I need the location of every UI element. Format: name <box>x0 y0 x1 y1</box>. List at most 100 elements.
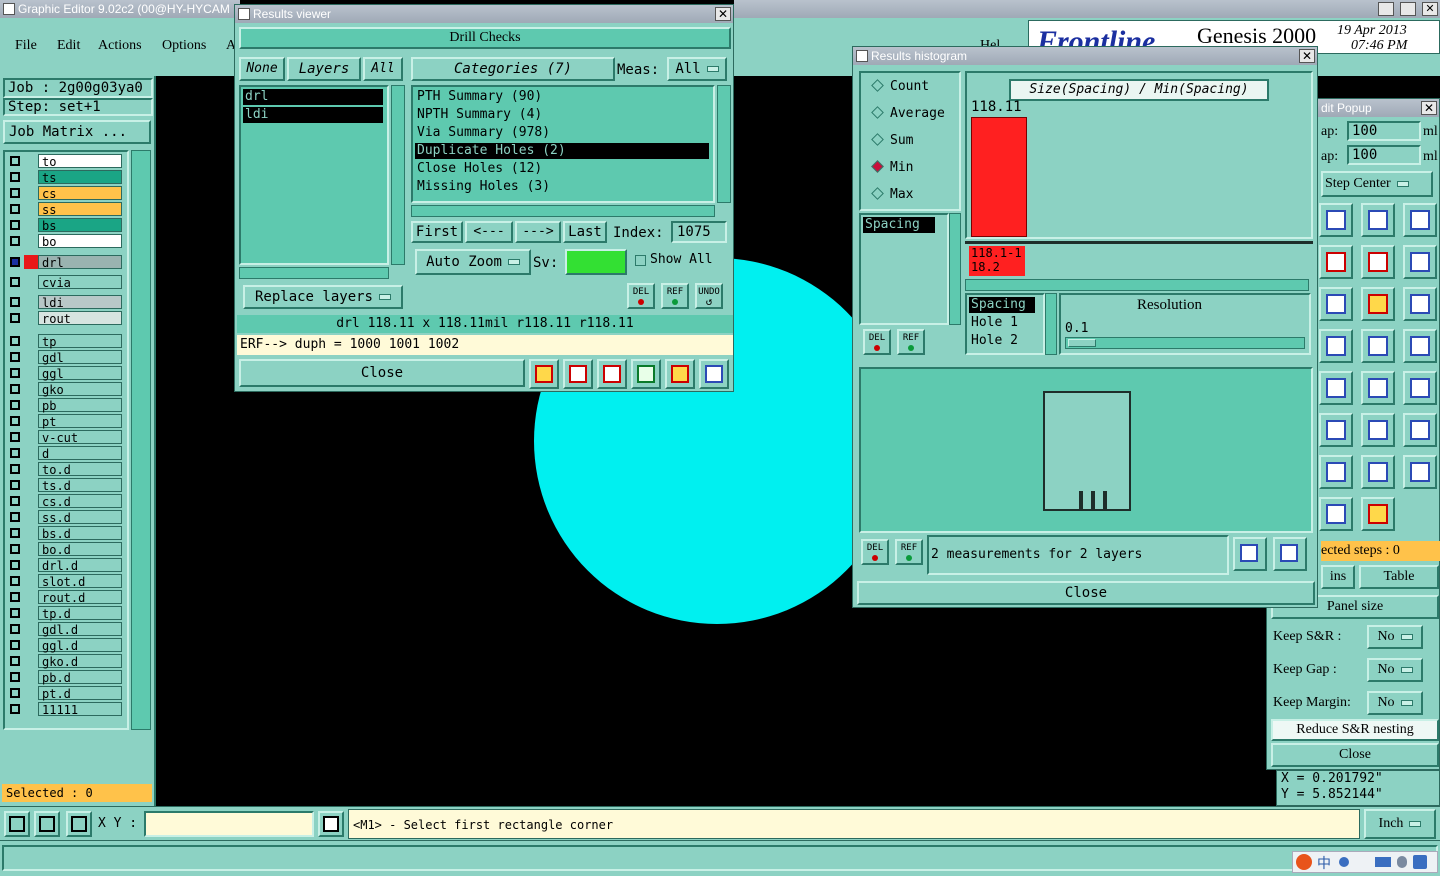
keep-margin-dropdown[interactable]: No <box>1367 691 1423 715</box>
sv-color-dropdown[interactable] <box>565 249 627 275</box>
slider-thumb[interactable] <box>1068 339 1096 347</box>
step-tool-icon[interactable] <box>1361 371 1395 405</box>
range-hscroll[interactable] <box>965 279 1309 291</box>
step-tool-icon[interactable] <box>1361 287 1395 321</box>
step-tool-icon[interactable] <box>1403 203 1437 237</box>
step-tool-icon[interactable] <box>1361 245 1395 279</box>
layer-color-swatch[interactable] <box>24 654 38 668</box>
layer-row[interactable]: bs <box>6 218 124 233</box>
layer-checkbox[interactable] <box>10 220 20 230</box>
measure-list-item[interactable]: Spacing <box>863 217 935 233</box>
step-tool-icon[interactable] <box>1403 245 1437 279</box>
index-input[interactable]: 1075 <box>671 221 727 243</box>
sogou-icon[interactable] <box>1296 854 1312 870</box>
step-tool-icon[interactable] <box>1403 455 1437 489</box>
range-label[interactable]: 118.1-118.2 <box>969 246 1025 276</box>
hole-preview[interactable] <box>859 367 1313 533</box>
layer-color-swatch[interactable] <box>24 334 38 348</box>
zoom-in-icon[interactable] <box>1233 537 1267 571</box>
layer-checkbox[interactable] <box>10 368 20 378</box>
layer-checkbox[interactable] <box>10 416 20 426</box>
layer-row[interactable]: gko.d <box>6 654 124 669</box>
layer-row[interactable]: ss <box>6 202 124 217</box>
category-item[interactable]: NPTH Summary (4) <box>415 107 709 123</box>
number-icon[interactable] <box>631 359 661 389</box>
hole-table-vscroll[interactable] <box>1045 293 1057 355</box>
keyboard-icon[interactable] <box>1375 857 1391 867</box>
close-icon[interactable]: ✕ <box>1421 101 1437 115</box>
layer-row[interactable]: bo <box>6 234 124 249</box>
replace-layers-dropdown[interactable]: Replace layers <box>243 285 403 309</box>
layer-list-vscroll[interactable] <box>391 85 405 265</box>
layer-checkbox[interactable] <box>10 688 20 698</box>
category-item[interactable]: Duplicate Holes (2) <box>415 143 709 159</box>
categories-button[interactable]: Categories (7) <box>411 57 615 81</box>
layer-checkbox[interactable] <box>10 352 20 362</box>
layer-row[interactable]: cs <box>6 186 124 201</box>
layer-checkbox[interactable] <box>10 277 20 287</box>
undo-button[interactable]: UNDO ↺ <box>695 283 723 309</box>
layer-color-swatch[interactable] <box>24 398 38 412</box>
layer-checkbox[interactable] <box>10 576 20 586</box>
gap1-input[interactable]: 100 <box>1347 121 1421 141</box>
layer-checkbox[interactable] <box>10 608 20 618</box>
mode-radio-min[interactable]: Min <box>873 160 913 175</box>
reduce-nesting-button[interactable]: Reduce S&R nesting <box>1271 719 1439 741</box>
mode-radio-average[interactable]: Average <box>873 106 945 121</box>
close-icon[interactable]: ✕ <box>1299 49 1315 63</box>
step-tool-icon[interactable] <box>1403 413 1437 447</box>
step-center-dropdown[interactable]: Step Center <box>1321 171 1433 197</box>
layer-row[interactable]: pt <box>6 414 124 429</box>
layer-color-swatch[interactable] <box>24 218 38 232</box>
layer-checkbox[interactable] <box>10 204 20 214</box>
layer-color-swatch[interactable] <box>24 430 38 444</box>
layer-checkbox[interactable] <box>10 313 20 323</box>
layer-color-swatch[interactable] <box>24 186 38 200</box>
measure-tool-icon[interactable] <box>34 811 60 837</box>
layer-row[interactable]: d <box>6 446 124 461</box>
layer-color-swatch[interactable] <box>24 606 38 620</box>
layer-checkbox[interactable] <box>10 512 20 522</box>
category-hscroll[interactable] <box>411 205 715 217</box>
layer-checkbox[interactable] <box>10 400 20 410</box>
layer-color-swatch[interactable] <box>24 462 38 476</box>
close-icon[interactable]: ✕ <box>1422 2 1438 16</box>
step-tool-icon[interactable] <box>1361 203 1395 237</box>
layer-checkbox[interactable] <box>10 432 20 442</box>
close-icon[interactable]: ✕ <box>715 7 731 21</box>
none-button[interactable]: None <box>239 57 285 81</box>
erf-icon[interactable] <box>597 359 627 389</box>
show-all-checkbox[interactable] <box>635 255 646 266</box>
layer-row[interactable]: pb.d <box>6 670 124 685</box>
first-button[interactable]: First <box>411 221 463 243</box>
del-button[interactable]: DEL <box>627 283 655 309</box>
table-button[interactable]: Table <box>1359 565 1439 589</box>
hist-del-button[interactable]: DEL <box>863 329 891 355</box>
layer-row[interactable]: bs.d <box>6 526 124 541</box>
layer-checkbox[interactable] <box>10 297 20 307</box>
layer-checkbox[interactable] <box>10 172 20 182</box>
prev-button[interactable]: <--- <box>465 221 513 243</box>
menu-actions[interactable]: Actions <box>98 38 142 54</box>
layer-color-swatch[interactable] <box>24 275 38 289</box>
layer-checkbox[interactable] <box>10 384 20 394</box>
layer-row[interactable]: bo.d <box>6 542 124 557</box>
layer-result-item[interactable]: ldi <box>243 107 383 123</box>
step-tool-icon[interactable] <box>1319 329 1353 363</box>
step-tool-icon[interactable] <box>1319 245 1353 279</box>
ime-language[interactable]: 中 <box>1317 853 1331 873</box>
keep-sr-dropdown[interactable]: No <box>1367 625 1423 649</box>
step-tool-icon[interactable] <box>1361 455 1395 489</box>
menu-edit[interactable]: Edit <box>57 38 80 54</box>
layer-checkbox[interactable] <box>10 704 20 714</box>
layer-row[interactable]: tp.d <box>6 606 124 621</box>
step-tool-icon[interactable] <box>1403 287 1437 321</box>
export-icon[interactable] <box>563 359 593 389</box>
layer-checkbox[interactable] <box>10 528 20 538</box>
layer-color-swatch[interactable] <box>24 234 38 248</box>
layer-color-swatch[interactable] <box>24 295 38 309</box>
meas-dropdown[interactable]: All <box>667 57 727 81</box>
xy-input[interactable] <box>144 811 314 837</box>
layer-color-swatch[interactable] <box>24 366 38 380</box>
layer-row[interactable]: rout.d <box>6 590 124 605</box>
